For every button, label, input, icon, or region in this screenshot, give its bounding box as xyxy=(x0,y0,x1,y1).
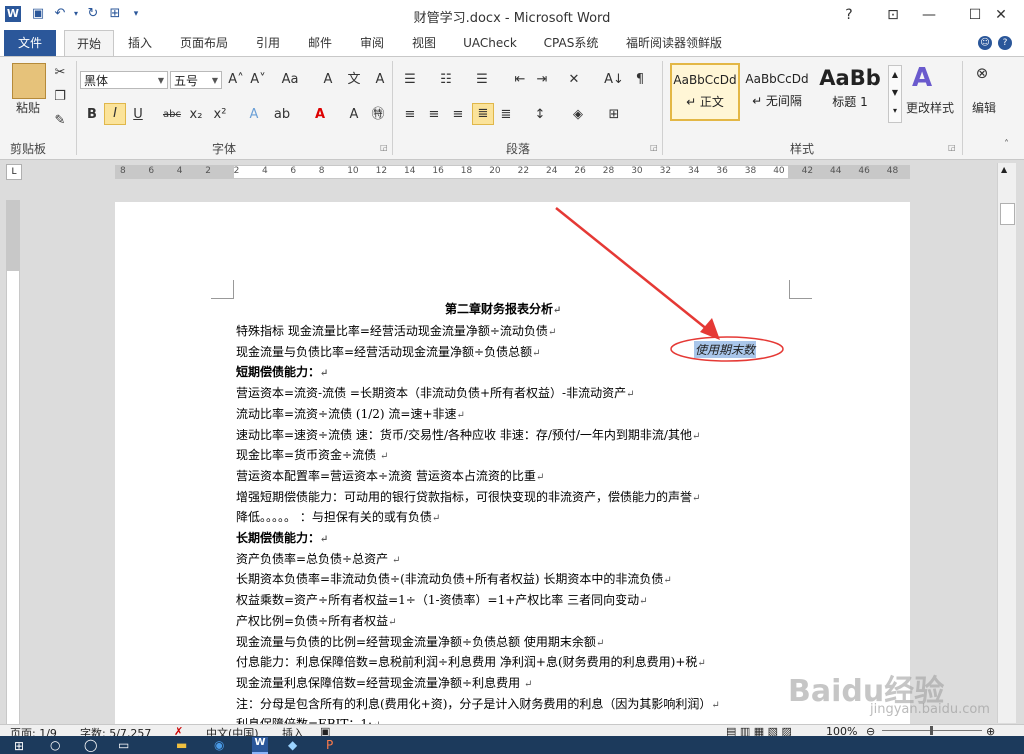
powerpoint-icon[interactable]: P xyxy=(326,738,333,752)
app-icon[interactable]: ◆ xyxy=(288,738,297,752)
search-icon[interactable]: ○ xyxy=(50,738,60,752)
word-taskbar-icon[interactable]: W xyxy=(252,737,268,754)
windows-start-icon[interactable]: ⊞ xyxy=(14,739,24,753)
file-explorer-icon[interactable]: ▬ xyxy=(176,738,187,752)
zoom-slider-thumb[interactable] xyxy=(930,726,933,735)
browser-icon[interactable]: ◉ xyxy=(214,738,224,752)
watermark-url: jingyan.baidu.com xyxy=(870,702,990,717)
annotation-arrow xyxy=(555,207,784,362)
windows-taskbar: ⊞ ○ ◯ ▭ ▬ ◉ W ◆ P xyxy=(0,736,1024,754)
cortana-icon[interactable]: ◯ xyxy=(84,738,97,752)
task-view-icon[interactable]: ▭ xyxy=(118,738,129,752)
annotation-text: 使用期末数 xyxy=(694,341,757,358)
